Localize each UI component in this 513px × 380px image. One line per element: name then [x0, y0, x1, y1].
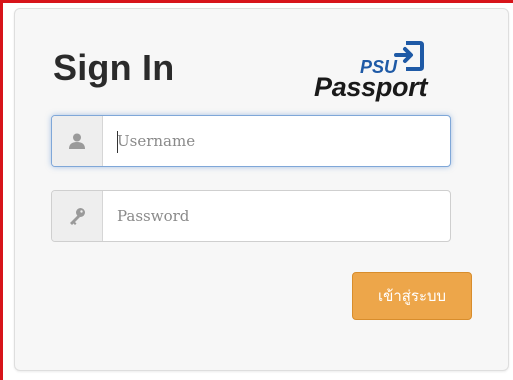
- psu-passport-logo: PSU Passport: [314, 37, 454, 107]
- password-input[interactable]: [103, 191, 448, 241]
- logo-passport-text: Passport: [314, 72, 428, 102]
- sign-in-button[interactable]: เข้าสู่ระบบ: [352, 272, 472, 320]
- username-field[interactable]: [51, 115, 451, 167]
- user-icon: [69, 133, 85, 149]
- page-title: Sign In: [53, 47, 175, 88]
- username-input[interactable]: [103, 116, 448, 166]
- key-icon: [70, 208, 85, 225]
- logo-door-icon: [394, 41, 424, 71]
- text-caret: [117, 131, 118, 153]
- password-field[interactable]: [51, 190, 451, 242]
- login-panel: Sign In PSU Passport เข้าสู่ร: [14, 8, 509, 371]
- password-addon: [52, 191, 103, 241]
- username-addon: [52, 116, 103, 166]
